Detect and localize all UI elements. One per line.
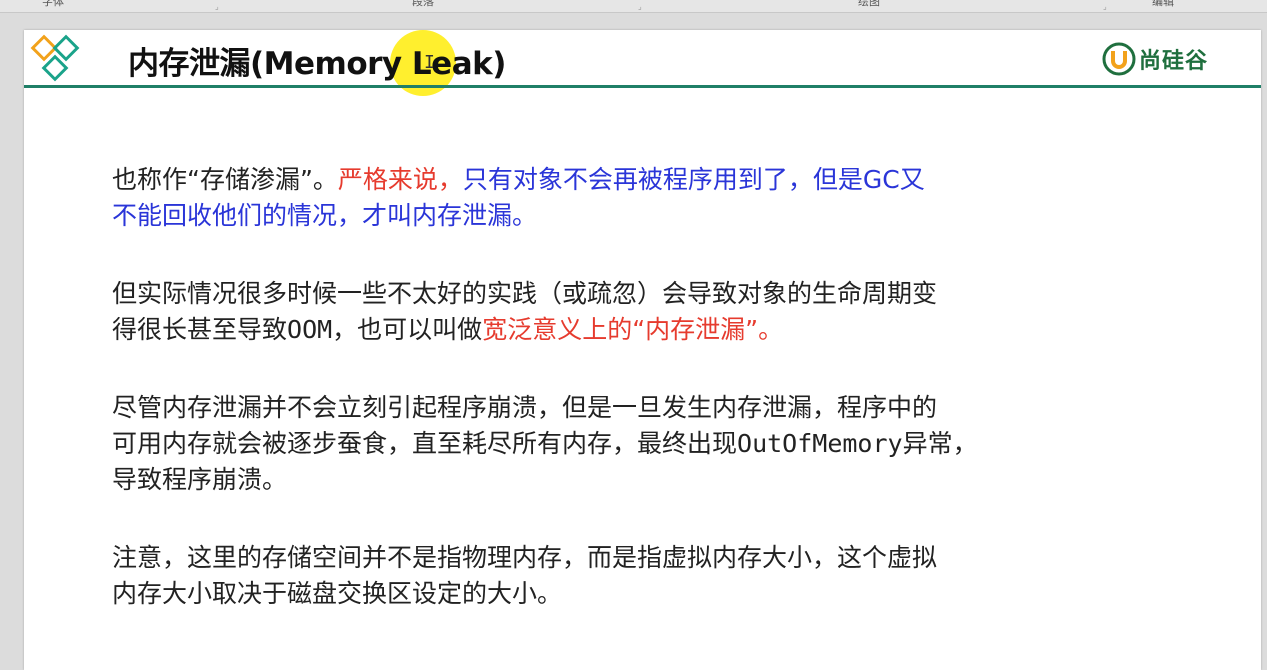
text-line: 导致程序崩溃。 — [112, 462, 1172, 498]
header-divider — [24, 85, 1261, 88]
slide-body[interactable]: 也称作“存储渗漏”。严格来说，只有对象不会再被程序用到了，但是GC又 不能回收他… — [112, 162, 1172, 612]
paragraph-consequence: 尽管内存泄漏并不会立刻引起程序崩溃，但是一旦发生内存泄漏，程序中的 可用内存就会… — [112, 390, 1172, 498]
text-run: 得很长甚至导致 — [112, 315, 288, 344]
text-run: 但实际情况很多时候一些不太好的实践（或疏忽）会导致对象的生命周期变 — [112, 279, 938, 308]
text-run: 也称作“存储渗漏”。 — [112, 165, 338, 194]
emphasis-red: 严格来说， — [337, 165, 463, 194]
text-line: 但实际情况很多时候一些不太好的实践（或疏忽）会导致对象的生命周期变 — [112, 276, 1172, 312]
ribbon-group-labels: 字体 ⌟ 段落 ⌟ 绘图 ⌟ 编辑 — [0, 0, 1267, 13]
text-run: 可用内存就会被逐步蚕食，直至耗尽所有内存，最终出现 — [112, 429, 738, 458]
slide-canvas[interactable]: 内存泄漏(Memory Leak) I 尚硅谷 也称作“存储渗漏”。严格来说，只… — [24, 30, 1261, 670]
text-line: 尽管内存泄漏并不会立刻引起程序崩溃，但是一旦发生内存泄漏，程序中的 — [112, 390, 1172, 426]
text-run: 尽管内存泄漏并不会立刻引起程序崩溃，但是一旦发生内存泄漏，程序中的 — [112, 393, 938, 422]
code-outofmemory: OutOfMemory — [737, 429, 903, 458]
paragraph-broad-sense: 但实际情况很多时候一些不太好的实践（或疏忽）会导致对象的生命周期变 得很长甚至导… — [112, 276, 1172, 348]
text-run: 异常， — [902, 429, 978, 458]
dialog-launcher-icon[interactable]: ⌟ — [215, 2, 219, 11]
text-line: 内存大小取决于磁盘交换区设定的大小。 — [112, 576, 1172, 612]
text-line: 可用内存就会被逐步蚕食，直至耗尽所有内存，最终出现OutOfMemory异常， — [112, 426, 1172, 462]
ribbon-group-drawing-label: 绘图 — [858, 0, 880, 8]
dialog-launcher-icon[interactable]: ⌟ — [638, 2, 642, 11]
text-run: ，也可以叫做 — [332, 315, 483, 344]
emphasis-blue: 不能回收他们的情况，才叫内存泄漏。 — [112, 201, 538, 230]
brand-u-icon — [1102, 42, 1136, 76]
diamond-logo-icon — [30, 34, 80, 82]
ribbon-group-font-label: 字体 — [42, 0, 64, 8]
ribbon-group-editing-label: 编辑 — [1152, 0, 1174, 8]
paragraph-definition: 也称作“存储渗漏”。严格来说，只有对象不会再被程序用到了，但是GC又 不能回收他… — [112, 162, 1172, 234]
text-line: 不能回收他们的情况，才叫内存泄漏。 — [112, 198, 1172, 234]
ribbon-group-paragraph-label: 段落 — [412, 0, 434, 8]
text-cursor-icon: I — [424, 52, 435, 73]
text-run: 导致程序崩溃。 — [112, 465, 288, 494]
brand-name: 尚硅谷 — [1139, 49, 1209, 74]
code-oom: OOM — [287, 315, 333, 344]
slide-title[interactable]: 内存泄漏(Memory Leak) — [128, 38, 506, 83]
emphasis-red: 宽泛意义上的“内存泄漏”。 — [482, 315, 784, 344]
paragraph-note: 注意，这里的存储空间并不是指物理内存，而是指虚拟内存大小，这个虚拟 内存大小取决… — [112, 540, 1172, 612]
text-run: 内存大小取决于磁盘交换区设定的大小。 — [112, 579, 563, 608]
text-line: 注意，这里的存储空间并不是指物理内存，而是指虚拟内存大小，这个虚拟 — [112, 540, 1172, 576]
dialog-launcher-icon[interactable]: ⌟ — [1103, 2, 1107, 11]
text-line: 也称作“存储渗漏”。严格来说，只有对象不会再被程序用到了，但是GC又 — [112, 162, 1172, 198]
text-run: 注意，这里的存储空间并不是指物理内存，而是指虚拟内存大小，这个虚拟 — [112, 543, 938, 572]
text-line: 得很长甚至导致OOM，也可以叫做宽泛意义上的“内存泄漏”。 — [112, 312, 1172, 348]
brand-logo: 尚硅谷 — [1102, 42, 1208, 76]
emphasis-blue: 只有对象不会再被程序用到了，但是GC又 — [462, 165, 925, 194]
